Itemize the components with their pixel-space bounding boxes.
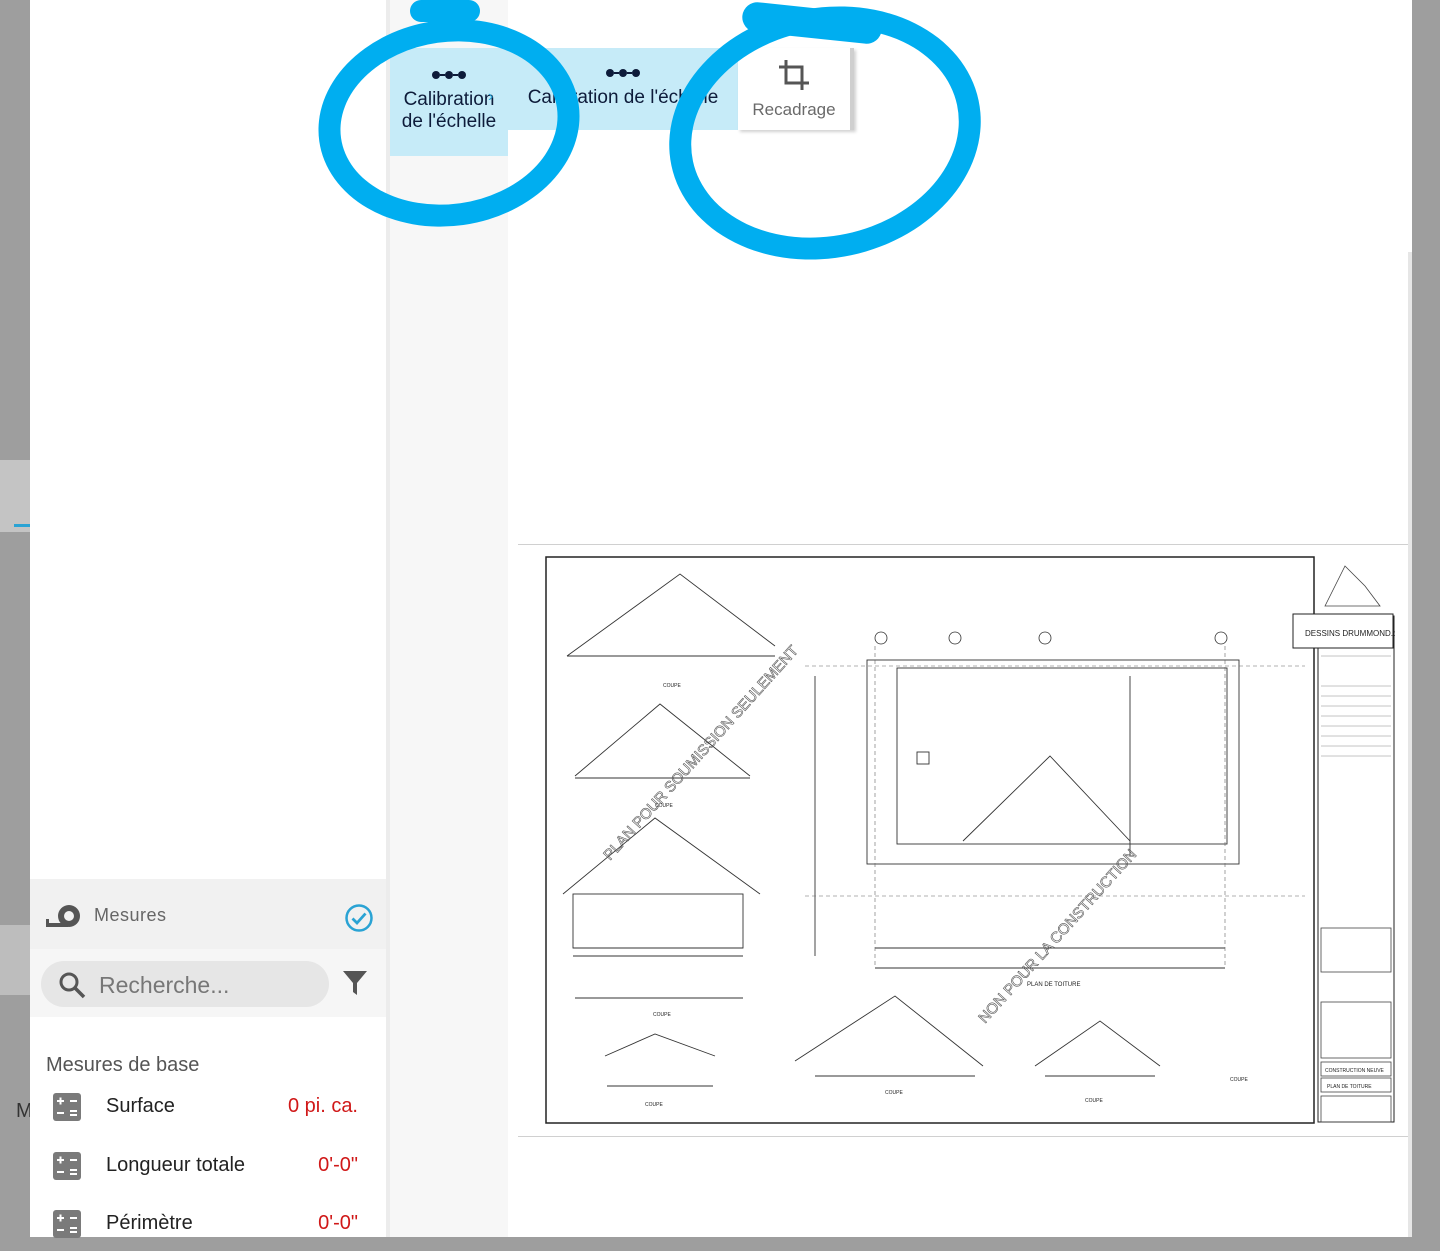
measure-row-perimeter[interactable]: Périmètre 0'-0" bbox=[30, 1201, 386, 1251]
search-bar bbox=[30, 949, 386, 1017]
measure-label: Longueur totale bbox=[106, 1154, 246, 1176]
calculator-icon bbox=[53, 1210, 81, 1238]
sheet-border-top bbox=[518, 544, 1408, 545]
measure-label: Surface bbox=[106, 1095, 175, 1117]
background-tab-indicator bbox=[14, 524, 30, 527]
section-label: COUPE bbox=[663, 683, 681, 689]
section-label: COUPE bbox=[1085, 1098, 1103, 1104]
annotation-stroke bbox=[410, 0, 480, 22]
sidebar bbox=[30, 0, 386, 1237]
measures-title: Mesures bbox=[94, 905, 167, 925]
measure-value: 0 pi. ca. bbox=[287, 1095, 358, 1117]
section-label: COUPE bbox=[1230, 1077, 1248, 1083]
measure-value: 0'-0" bbox=[318, 1212, 358, 1234]
calculator-icon bbox=[53, 1093, 81, 1121]
background-panel bbox=[0, 460, 30, 532]
calculator-icon bbox=[53, 1152, 81, 1180]
titleblock-project: CONSTRUCTION NEUVE bbox=[1325, 1068, 1385, 1074]
section-label: COUPE bbox=[645, 1102, 663, 1108]
section-label: COUPE bbox=[653, 1012, 671, 1018]
measure-label: Périmètre bbox=[106, 1212, 193, 1234]
section-label: COUPE bbox=[655, 803, 673, 809]
background-panel bbox=[0, 925, 30, 995]
measure-value: 0'-0" bbox=[318, 1154, 358, 1176]
search-input[interactable] bbox=[97, 969, 321, 1001]
titleblock-sheet: PLAN DE TOITURE bbox=[1327, 1084, 1372, 1090]
sheet-border-bottom bbox=[518, 1136, 1408, 1137]
company-logo-text: DESSINS DRUMMOND.com bbox=[1305, 629, 1395, 638]
roof-plan-label: PLAN DE TOITURE bbox=[1027, 982, 1080, 988]
measure-row-total-length[interactable]: Longueur totale 0'-0" bbox=[30, 1143, 386, 1193]
measures-header[interactable]: Mesures bbox=[30, 879, 386, 949]
filter-icon[interactable] bbox=[342, 969, 368, 997]
right-edge-border bbox=[1408, 252, 1412, 1237]
tape-measure-icon bbox=[46, 905, 80, 927]
search-box[interactable] bbox=[41, 961, 329, 1007]
calibration-icon bbox=[606, 69, 640, 77]
measure-row-surface[interactable]: Surface 0 pi. ca. bbox=[30, 1084, 386, 1134]
section-label: COUPE bbox=[885, 1090, 903, 1096]
section-title-basic-measures: Mesures de base bbox=[46, 1054, 200, 1076]
check-circle-icon[interactable] bbox=[344, 903, 374, 933]
blueprint-drawing[interactable]: DESSINS DRUMMOND.com CONSTRUCTION NEUVE … bbox=[545, 556, 1395, 1124]
right-edge bbox=[1408, 252, 1440, 1237]
search-icon bbox=[59, 972, 86, 999]
